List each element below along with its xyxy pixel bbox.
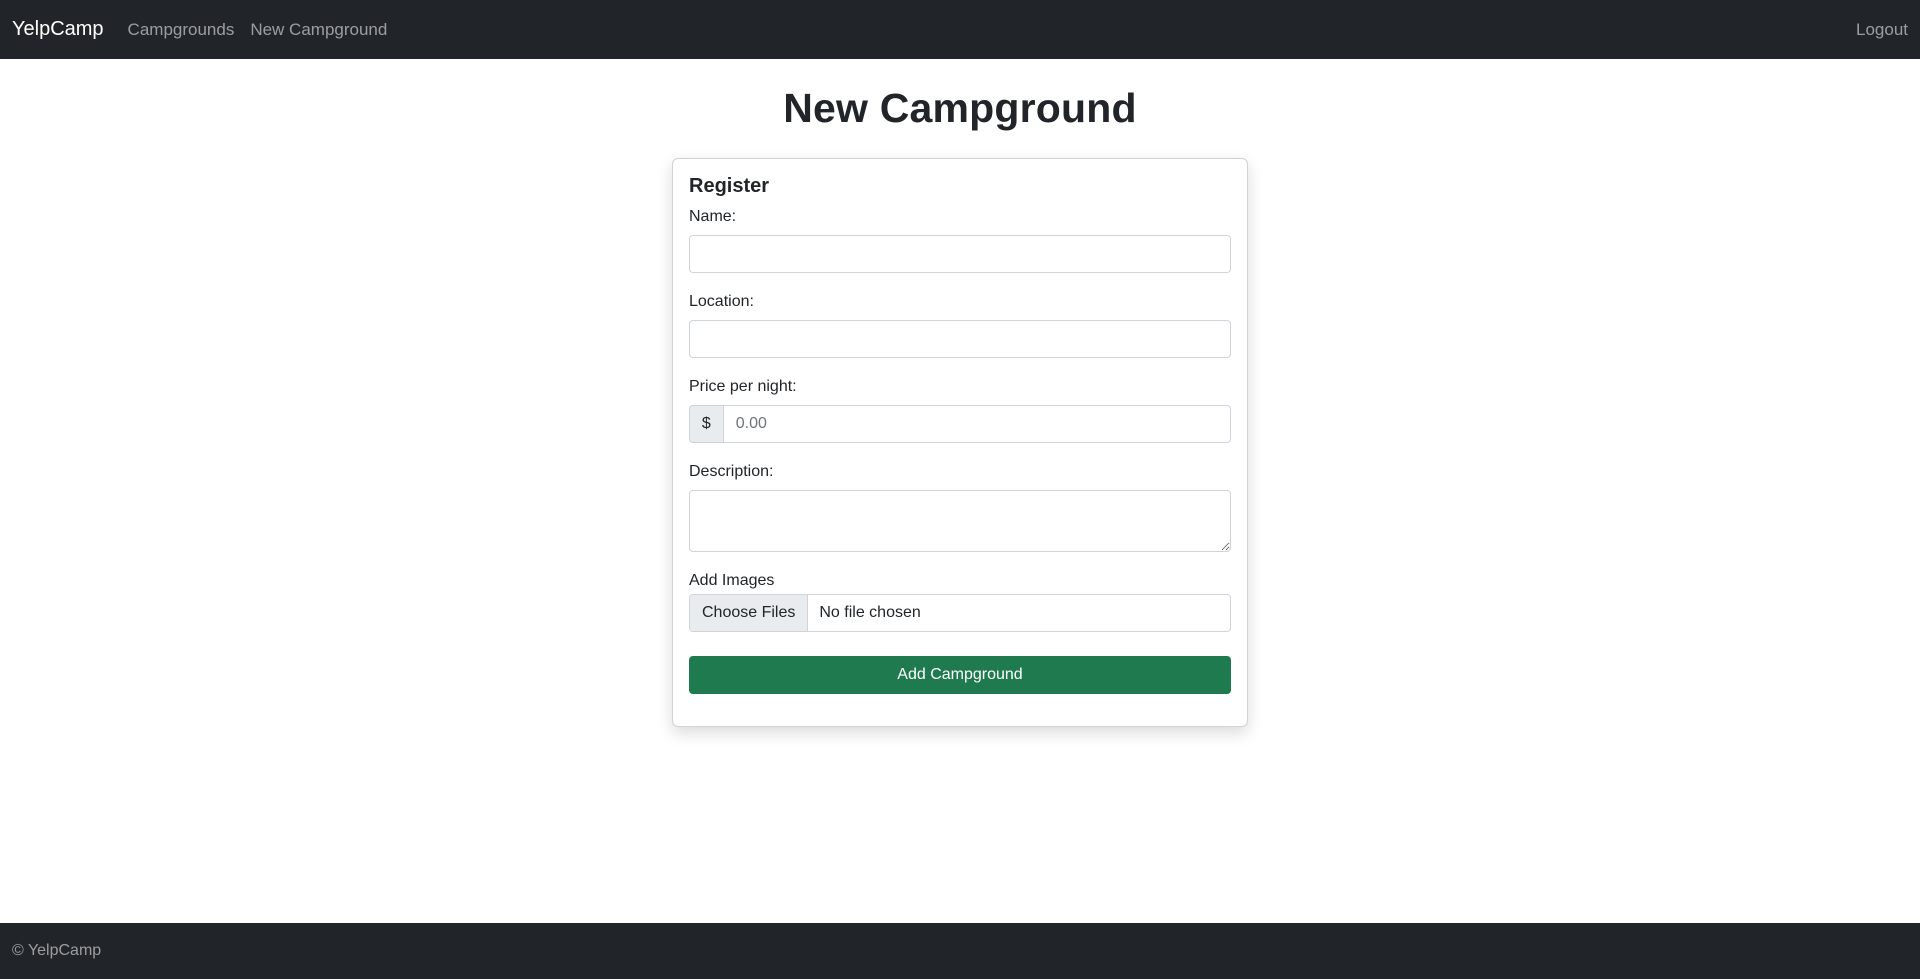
brand-link[interactable]: YelpCamp [12, 18, 104, 41]
page: YelpCamp Campgrounds New Campground Logo… [0, 0, 1920, 979]
file-input[interactable]: Choose Files No file chosen [689, 594, 1231, 632]
page-title: New Campground [783, 85, 1137, 131]
description-textarea[interactable] [689, 490, 1231, 552]
name-group: Name: [689, 208, 1231, 273]
name-input[interactable] [689, 235, 1231, 273]
add-campground-button[interactable]: Add Campground [689, 656, 1231, 694]
images-group: Add Images Choose Files No file chosen [689, 572, 1231, 632]
dollar-prefix: $ [689, 405, 723, 443]
choose-files-button[interactable]: Choose Files [690, 595, 809, 631]
nav-links: Campgrounds New Campground [128, 20, 1856, 40]
main-content: New Campground Register Name: Location: … [0, 59, 1920, 923]
images-label: Add Images [689, 572, 775, 589]
footer: © YelpCamp [0, 923, 1920, 979]
price-group: Price per night: $ [689, 378, 1231, 443]
description-label: Description: [689, 463, 774, 480]
description-group: Description: [689, 463, 1231, 552]
location-input[interactable] [689, 320, 1231, 358]
footer-copyright: © YelpCamp [12, 942, 102, 959]
name-label: Name: [689, 208, 737, 225]
nav-link-new-campground[interactable]: New Campground [250, 20, 387, 40]
card-title: Register [689, 175, 770, 197]
location-group: Location: [689, 293, 1231, 358]
campground-form-card: Register Name: Location: Price per night… [672, 158, 1248, 727]
location-label: Location: [689, 293, 754, 310]
navbar: YelpCamp Campgrounds New Campground Logo… [0, 0, 1920, 59]
logout-link[interactable]: Logout [1856, 20, 1908, 40]
nav-link-campgrounds[interactable]: Campgrounds [128, 20, 235, 40]
price-input[interactable] [722, 405, 1231, 443]
file-status: No file chosen [819, 604, 921, 621]
price-input-group: $ [689, 405, 1231, 443]
price-label: Price per night: [689, 378, 797, 395]
